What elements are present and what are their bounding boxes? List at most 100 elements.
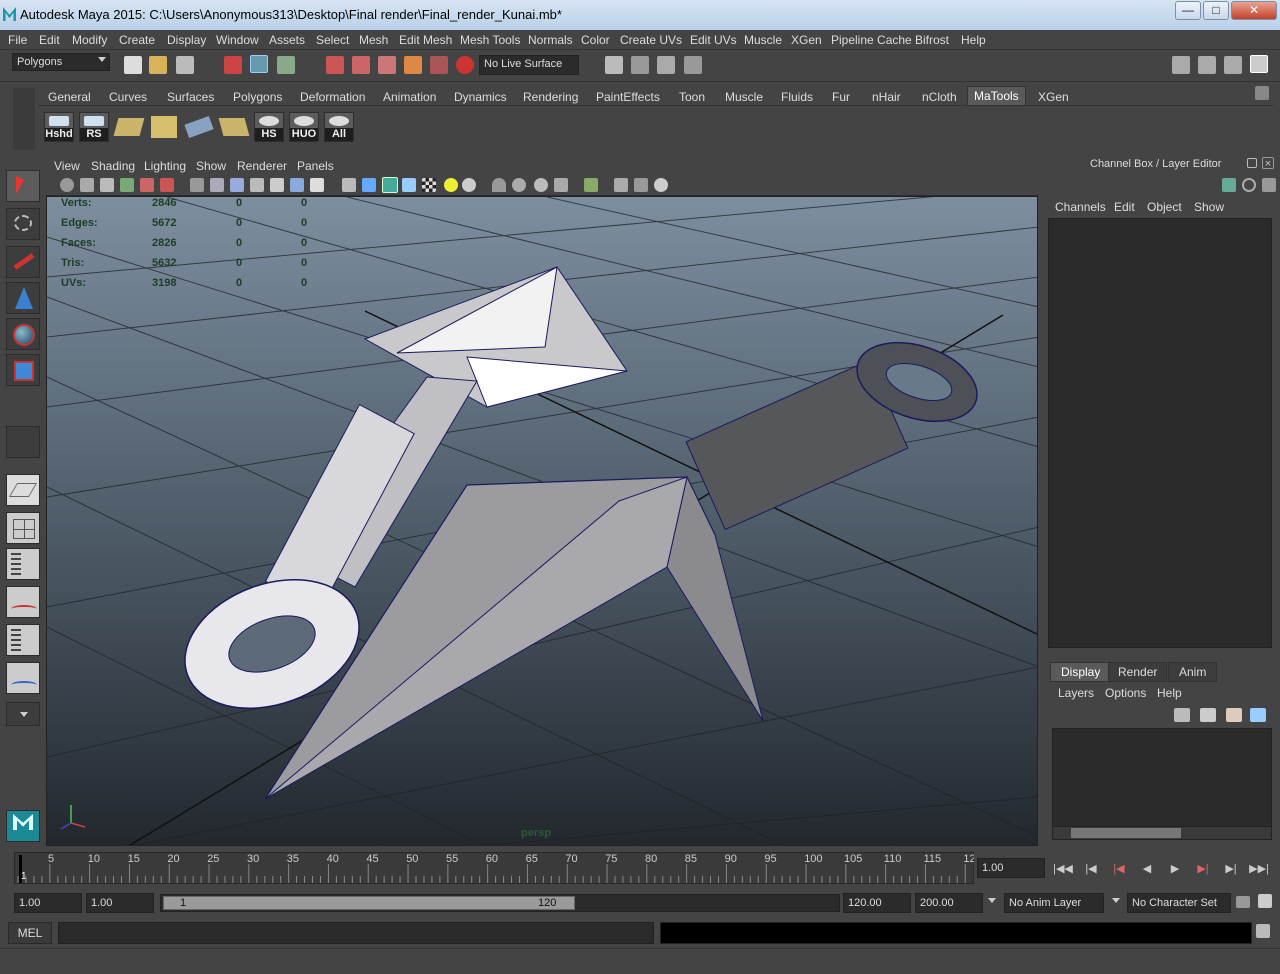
shelf-button-hs[interactable]: HS: [254, 112, 284, 142]
snap-surface-icon[interactable]: [430, 56, 448, 74]
panel-menu-shading[interactable]: Shading: [91, 159, 135, 173]
shelf-button-all[interactable]: All: [324, 112, 354, 142]
use-all-lights-icon[interactable]: [444, 178, 458, 192]
image-plane-icon[interactable]: [100, 178, 114, 192]
panel-menu-panels[interactable]: Panels: [297, 159, 334, 173]
tab-xgen[interactable]: XGen: [1038, 90, 1069, 104]
step-forward-frame-button[interactable]: ▶|: [1220, 860, 1242, 878]
tab-polygons[interactable]: Polygons: [233, 90, 282, 104]
depth-of-field-icon[interactable]: [554, 178, 568, 192]
move-axis-icon[interactable]: [1222, 178, 1236, 192]
layer-tab-anim[interactable]: Anim: [1168, 662, 1218, 682]
attribute-editor-icon[interactable]: [1198, 56, 1216, 74]
smooth-shade-icon[interactable]: [362, 178, 376, 192]
panel-menu-view[interactable]: View: [54, 159, 80, 173]
current-frame-field[interactable]: 1.00: [977, 858, 1045, 878]
snap-view-plane-icon[interactable]: [404, 56, 422, 74]
tab-nhair[interactable]: nHair: [872, 90, 901, 104]
tab-fur[interactable]: Fur: [832, 90, 850, 104]
tab-painteffects[interactable]: PaintEffects: [596, 90, 660, 104]
layer-options-icon[interactable]: [1226, 708, 1242, 722]
tab-matools[interactable]: MaTools: [967, 86, 1026, 106]
select-hierarchy-icon[interactable]: [224, 56, 242, 74]
safe-title-icon[interactable]: [310, 178, 324, 192]
layer-menu-options[interactable]: Options: [1105, 686, 1146, 700]
scale-axis-icon[interactable]: [1262, 178, 1276, 192]
grid-toggle-icon[interactable]: [190, 178, 204, 192]
end-time-field[interactable]: 200.00: [915, 893, 983, 913]
screen-space-ao-icon[interactable]: [492, 178, 506, 192]
menu-bifrost[interactable]: Bifrost: [915, 33, 949, 47]
xray-icon[interactable]: [402, 178, 416, 192]
shelf-button-rs[interactable]: RS: [79, 112, 109, 142]
menu-mesh[interactable]: Mesh: [359, 33, 388, 47]
select-object-icon[interactable]: [250, 55, 268, 73]
panel-menu-lighting[interactable]: Lighting: [144, 159, 186, 173]
render-frame-icon[interactable]: [631, 56, 649, 74]
menuset-dropdown[interactable]: Polygons: [12, 53, 110, 71]
snap-curve-icon[interactable]: [352, 56, 370, 74]
tab-rendering[interactable]: Rendering: [523, 90, 578, 104]
menu-create[interactable]: Create: [119, 33, 155, 47]
menu-modify[interactable]: Modify: [72, 33, 107, 47]
panel-menu-show[interactable]: Show: [196, 159, 226, 173]
hypershade-layout[interactable]: [6, 624, 40, 656]
xray-joints-icon[interactable]: [614, 178, 628, 192]
menu-edit-mesh[interactable]: Edit Mesh: [399, 33, 452, 47]
layer-scrollbar[interactable]: [1052, 826, 1272, 840]
range-slider-track[interactable]: 1 120: [160, 894, 840, 912]
channel-list[interactable]: [1048, 218, 1272, 648]
maximize-button[interactable]: □: [1203, 1, 1229, 20]
menu-display[interactable]: Display: [167, 33, 206, 47]
persp-graph-hypergraph-layout[interactable]: [6, 662, 40, 694]
snap-point-icon[interactable]: [378, 56, 396, 74]
trash-icon[interactable]: [1255, 86, 1269, 100]
panel-menu-renderer[interactable]: Renderer: [237, 159, 287, 173]
isolate-select-icon[interactable]: [584, 178, 598, 192]
channel-box-toggle-icon[interactable]: [1250, 55, 1268, 73]
shelf-button-uv-3[interactable]: [184, 112, 214, 142]
motion-blur-icon[interactable]: [512, 178, 526, 192]
menu-create-uvs[interactable]: Create UVs: [620, 33, 682, 47]
shelf-button-uv-2[interactable]: [149, 112, 179, 142]
grease-pencil-toggle-icon[interactable]: [160, 178, 174, 192]
xray-active-icon[interactable]: [634, 178, 648, 192]
new-scene-icon[interactable]: [124, 56, 142, 74]
layer-list[interactable]: [1052, 728, 1272, 828]
tab-fluids[interactable]: Fluids: [781, 90, 813, 104]
chevron-down-icon[interactable]: [1112, 898, 1120, 903]
field-chart-icon[interactable]: [270, 178, 284, 192]
playback-start-field[interactable]: 1.00: [86, 893, 154, 913]
close-panel-icon[interactable]: ×: [1262, 157, 1274, 170]
script-editor-icon[interactable]: [1256, 924, 1270, 938]
menu-file[interactable]: File: [8, 33, 27, 47]
start-time-field[interactable]: 1.00: [14, 893, 82, 913]
mel-toggle[interactable]: MEL: [8, 922, 52, 944]
menu-edit-uvs[interactable]: Edit UVs: [690, 33, 737, 47]
open-scene-icon[interactable]: [149, 56, 167, 74]
gate-mask-icon[interactable]: [250, 178, 264, 192]
anim-layer-dropdown[interactable]: No Anim Layer: [1004, 893, 1104, 913]
shelf-button-huo[interactable]: HUO: [289, 112, 319, 142]
persp-outliner-layout[interactable]: [6, 548, 40, 580]
menu-normals[interactable]: Normals: [528, 33, 573, 47]
snap-grid-icon[interactable]: [326, 56, 344, 74]
textured-icon[interactable]: [422, 178, 436, 192]
save-scene-icon[interactable]: [176, 56, 194, 74]
step-back-frame-button[interactable]: |◀: [1080, 860, 1102, 878]
menu-xgen[interactable]: XGen: [791, 33, 822, 47]
scrollbar-thumb[interactable]: [1071, 828, 1181, 838]
safe-action-icon[interactable]: [290, 178, 304, 192]
go-to-end-button[interactable]: ▶▶|: [1248, 860, 1270, 878]
select-tool[interactable]: [6, 170, 40, 202]
new-layer-selected-icon[interactable]: [1200, 708, 1216, 722]
time-slider[interactable]: 1 5 10 15 20 25 30 35 40 45 50 55 60 65 70 75 80 85 90 95 1…: [0, 852, 1280, 888]
tab-curves[interactable]: Curves: [109, 90, 147, 104]
magnet-icon[interactable]: [456, 56, 474, 74]
ipr-render-icon[interactable]: [657, 56, 675, 74]
camera-bookmark-icon[interactable]: [80, 178, 94, 192]
channel-menu-edit[interactable]: Edit: [1114, 200, 1135, 214]
viewport-renderer-icon[interactable]: [654, 178, 668, 192]
shadows-icon[interactable]: [462, 178, 476, 192]
channel-menu-object[interactable]: Object: [1147, 200, 1182, 214]
